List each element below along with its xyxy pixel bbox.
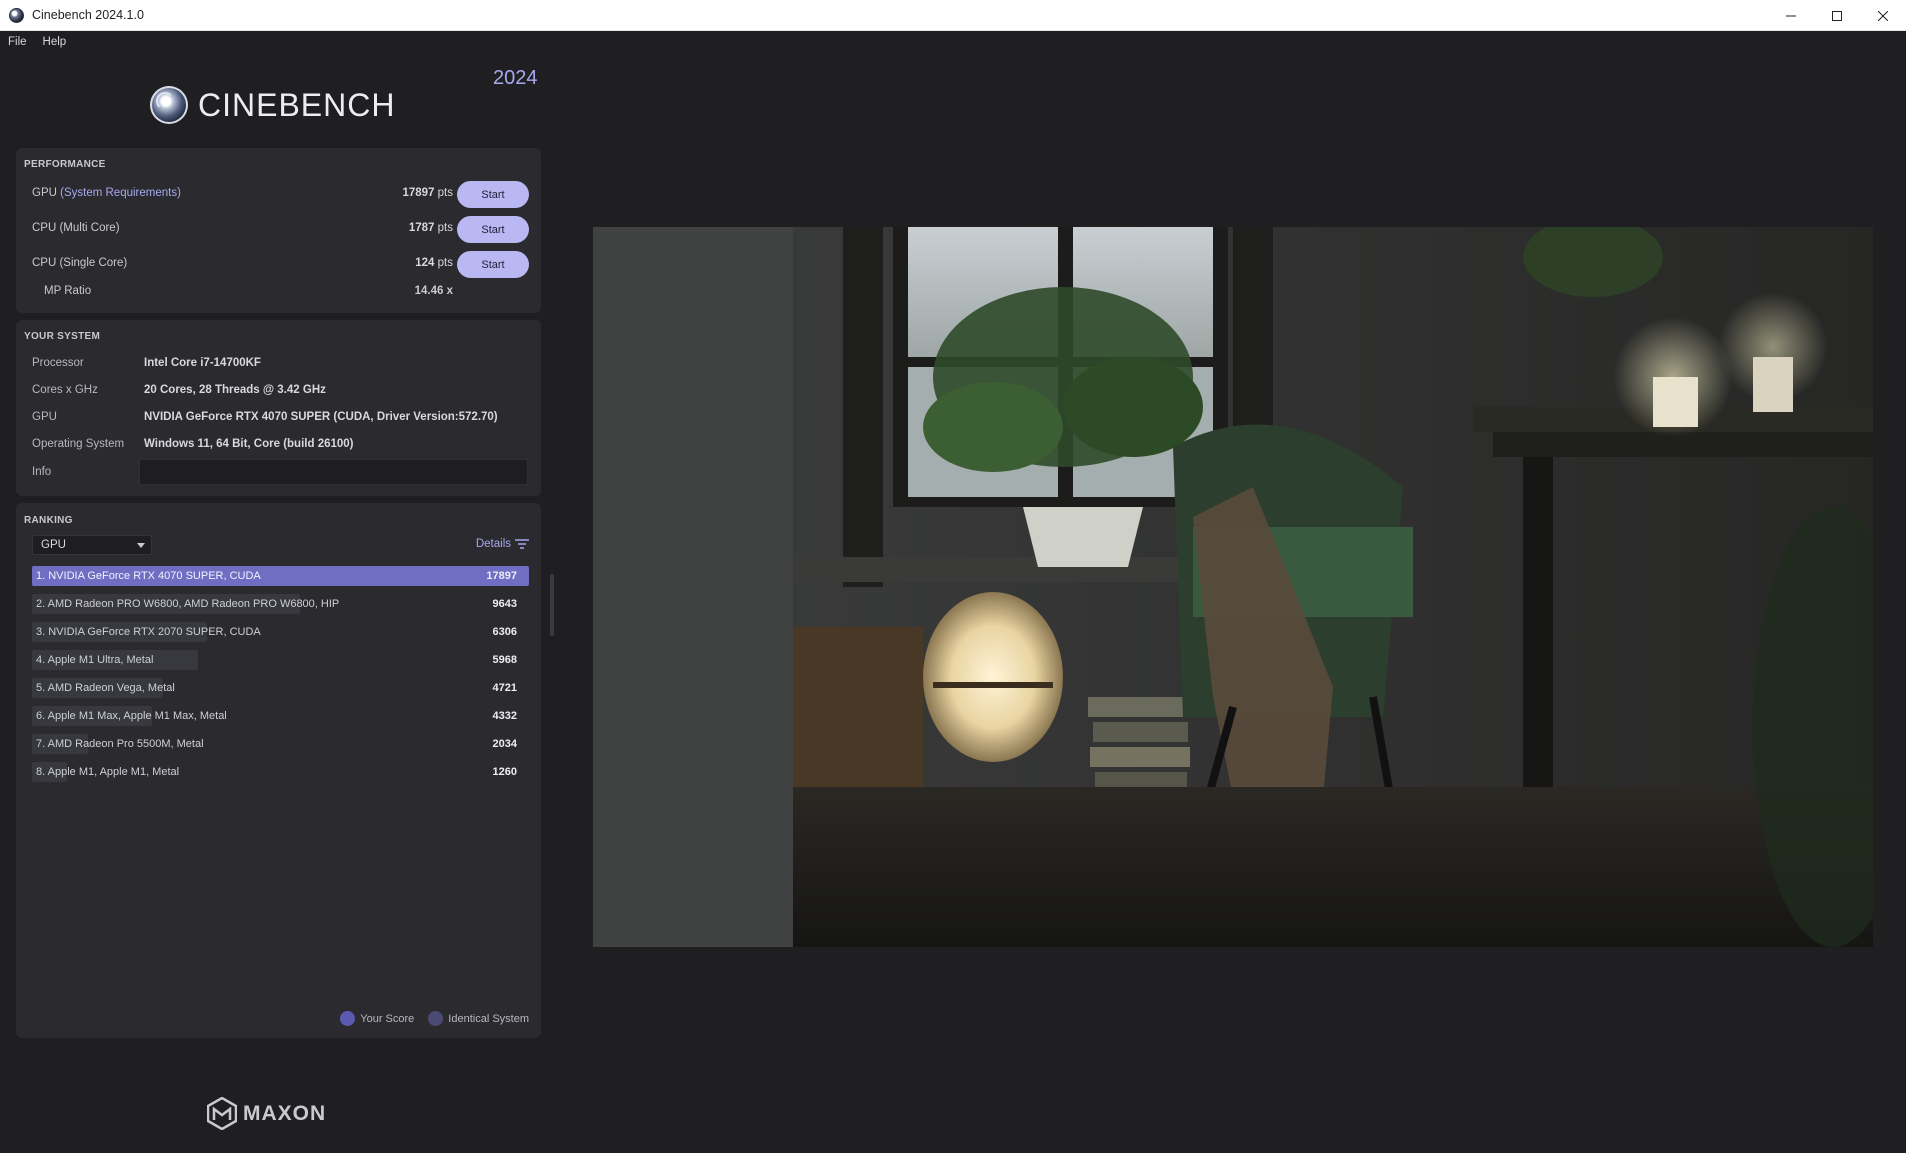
mp-ratio-label: MP Ratio — [44, 285, 92, 297]
sidebar-scrollbar[interactable] — [550, 574, 554, 636]
ranking-panel: RANKING GPU Details 1. NVIDIA GeForce RT… — [16, 503, 541, 1038]
ranking-score: 4332 — [492, 710, 517, 722]
start-gpu-button[interactable]: Start — [457, 181, 529, 208]
your-system-panel: YOUR SYSTEM Processor Intel Core i7-1470… — [16, 320, 541, 496]
ranking-row[interactable]: 6. Apple M1 Max, Apple M1 Max, Metal 4332 — [32, 706, 529, 726]
minimize-button[interactable] — [1768, 0, 1814, 31]
filter-icon — [515, 539, 529, 549]
close-icon — [1878, 10, 1888, 21]
details-button[interactable]: Details — [476, 538, 529, 550]
ranking-name: 7. AMD Radeon Pro 5500M, Metal — [36, 738, 204, 750]
sys-key-info: Info — [32, 466, 52, 478]
render-viewport — [593, 227, 1873, 947]
ranking-name: 8. Apple M1, Apple M1, Metal — [36, 766, 180, 778]
sys-key-processor: Processor — [32, 357, 84, 369]
ranking-legend: Your Score Identical System — [340, 1011, 529, 1026]
sys-row-cores: Cores x GHz 20 Cores, 28 Threads @ 3.42 … — [16, 380, 541, 402]
start-cpu-single-button[interactable]: Start — [457, 251, 529, 278]
ranking-type-value: GPU — [41, 539, 66, 551]
ranking-name: 5. AMD Radeon Vega, Metal — [36, 682, 175, 694]
title-bar: Cinebench 2024.1.0 — [0, 0, 1906, 31]
perf-label-cpu-single: CPU (Single Core) — [32, 257, 128, 269]
sys-row-gpu: GPU NVIDIA GeForce RTX 4070 SUPER (CUDA,… — [16, 407, 541, 429]
sys-val-gpu: NVIDIA GeForce RTX 4070 SUPER (CUDA, Dri… — [144, 411, 498, 423]
perf-row-cpu-multi: CPU (Multi Core) 1787 pts Start — [16, 215, 541, 243]
maxon-logo-text: MAXON — [243, 1101, 327, 1125]
ranking-row[interactable]: 5. AMD Radeon Vega, Metal 4721 — [32, 678, 529, 698]
logo-text: CINEBENCH — [198, 86, 396, 123]
ranking-name: 6. Apple M1 Max, Apple M1 Max, Metal — [36, 710, 227, 722]
perf-score-cpu-single: 124 pts — [415, 257, 453, 269]
performance-panel: PERFORMANCE GPU (System Requirements) 17… — [16, 148, 541, 313]
sys-row-processor: Processor Intel Core i7-14700KF — [16, 353, 541, 375]
identical-system-dot — [428, 1011, 444, 1026]
info-field[interactable] — [139, 459, 528, 485]
your-system-heading: YOUR SYSTEM — [24, 331, 101, 342]
ranking-row[interactable]: 3. NVIDIA GeForce RTX 2070 SUPER, CUDA 63… — [32, 622, 529, 642]
mp-ratio-value: 14.46 x — [414, 285, 453, 297]
ranking-row[interactable]: 8. Apple M1, Apple M1, Metal 1260 — [32, 762, 529, 782]
ranking-name: 3. NVIDIA GeForce RTX 2070 SUPER, CUDA — [36, 626, 261, 638]
menu-file[interactable]: File — [0, 36, 35, 48]
legend-identical-system: Identical System — [428, 1011, 529, 1026]
sys-val-cores: 20 Cores, 28 Threads @ 3.42 GHz — [144, 384, 326, 396]
ranking-score: 4721 — [492, 682, 517, 694]
ranking-list: 1. NVIDIA GeForce RTX 4070 SUPER, CUDA 17… — [32, 566, 529, 790]
sys-key-os: Operating System — [32, 438, 125, 450]
sys-key-cores: Cores x GHz — [32, 384, 98, 396]
sys-val-os: Windows 11, 64 Bit, Core (build 26100) — [144, 438, 354, 450]
system-requirements-link[interactable]: (System Requirements) — [60, 187, 181, 199]
ranking-score: 9643 — [492, 598, 517, 610]
ranking-score: 1260 — [492, 766, 517, 778]
chevron-down-icon — [137, 543, 145, 548]
performance-heading: PERFORMANCE — [24, 159, 106, 170]
ranking-row[interactable]: 1. NVIDIA GeForce RTX 4070 SUPER, CUDA 17… — [32, 566, 529, 586]
sys-row-info: Info — [16, 459, 541, 485]
perf-score-gpu: 17897 pts — [402, 187, 453, 199]
close-button[interactable] — [1860, 0, 1906, 31]
sys-val-processor: Intel Core i7-14700KF — [144, 357, 261, 369]
sys-row-os: Operating System Windows 11, 64 Bit, Cor… — [16, 434, 541, 456]
maximize-icon — [1832, 10, 1842, 21]
version-year: 2024 — [493, 67, 538, 89]
minimize-icon — [1786, 15, 1796, 16]
ranking-name: 1. NVIDIA GeForce RTX 4070 SUPER, CUDA — [36, 570, 261, 582]
mp-ratio-row: MP Ratio 14.46 x — [16, 276, 541, 304]
ranking-score: 5968 — [492, 654, 517, 666]
menu-help[interactable]: Help — [35, 36, 75, 48]
cinebench-logo: CINEBENCH — [150, 84, 395, 126]
ranking-score: 6306 — [492, 626, 517, 638]
menu-bar: File Help — [0, 31, 1906, 53]
render-scene-image — [593, 227, 1873, 947]
maxon-logo-icon — [207, 1097, 237, 1130]
legend-your-score-label: Your Score — [360, 1012, 415, 1025]
window-title: Cinebench 2024.1.0 — [32, 8, 144, 22]
ranking-score: 2034 — [492, 738, 517, 750]
legend-your-score: Your Score — [340, 1011, 414, 1026]
perf-row-gpu: GPU (System Requirements) 17897 pts Star… — [16, 180, 541, 208]
ranking-name: 4. Apple M1 Ultra, Metal — [36, 654, 154, 666]
details-label: Details — [475, 538, 511, 550]
ranking-name: 2. AMD Radeon PRO W6800, AMD Radeon PRO … — [36, 598, 340, 610]
maximize-button[interactable] — [1814, 0, 1860, 31]
ranking-type-dropdown[interactable]: GPU — [32, 535, 152, 555]
cinebench-app-icon — [9, 7, 24, 23]
your-score-dot — [340, 1011, 356, 1026]
window-controls — [1768, 0, 1906, 31]
perf-row-cpu-single: CPU (Single Core) 124 pts Start — [16, 250, 541, 278]
maxon-logo: MAXON — [207, 1097, 326, 1130]
cinebench-logo-icon — [150, 86, 188, 124]
perf-label-cpu-multi: CPU (Multi Core) — [32, 222, 120, 234]
ranking-row[interactable]: 7. AMD Radeon Pro 5500M, Metal 2034 — [32, 734, 529, 754]
perf-score-cpu-multi: 1787 pts — [408, 222, 453, 234]
ranking-row[interactable]: 4. Apple M1 Ultra, Metal 5968 — [32, 650, 529, 670]
ranking-heading: RANKING — [24, 515, 73, 526]
legend-identical-system-label: Identical System — [448, 1012, 529, 1025]
sys-key-gpu: GPU — [32, 411, 57, 423]
perf-label-gpu: GPU (System Requirements) — [32, 187, 181, 199]
start-cpu-multi-button[interactable]: Start — [457, 216, 529, 243]
ranking-row[interactable]: 2. AMD Radeon PRO W6800, AMD Radeon PRO … — [32, 594, 529, 614]
ranking-score: 17897 — [486, 570, 517, 582]
